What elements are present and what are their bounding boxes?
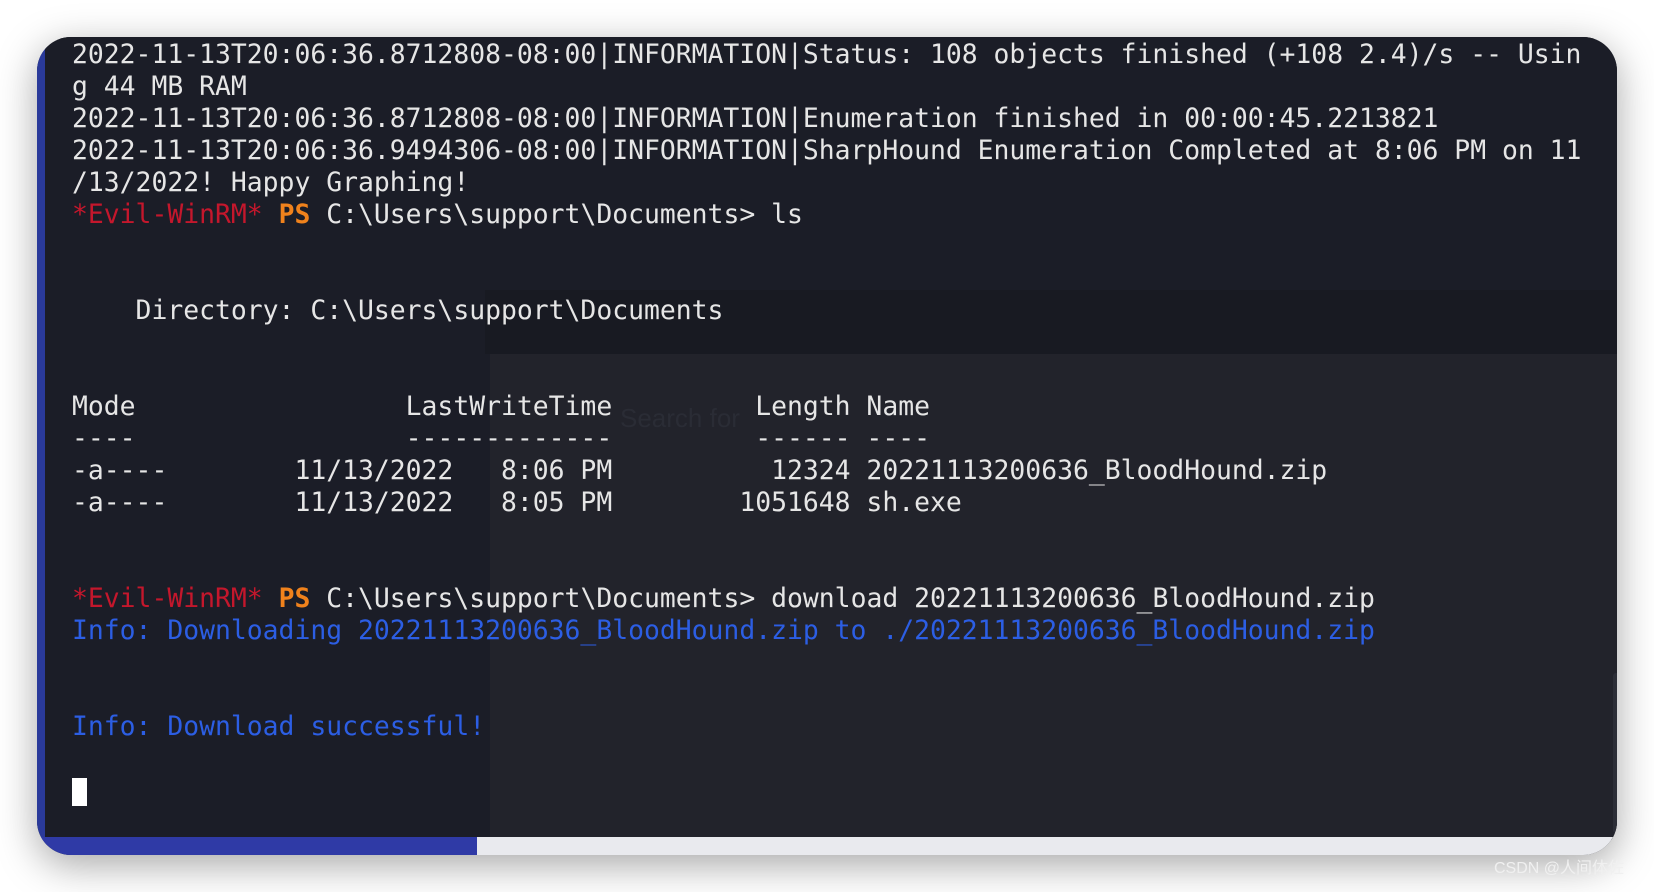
terminal-output: 2022-11-13T20:06:36.8712808-08:00|INFORM…: [72, 39, 1581, 807]
terminal-window: Search for 2022-11-13T20:06:36.8712808-0…: [37, 37, 1617, 855]
table-row: -a---- 11/13/2022 8:06 PM 12324 20221113…: [72, 455, 1328, 486]
command: ls: [771, 199, 803, 230]
table-header: Mode LastWriteTime Length Name: [72, 391, 930, 422]
prompt-line: *Evil-WinRM* PS C:\Users\support\Documen…: [72, 583, 1581, 615]
table-row: -a---- 11/13/2022 8:05 PM 1051648 sh.exe: [72, 487, 962, 518]
prompt-ps: PS: [278, 199, 311, 230]
log-line: 2022-11-13T20:06:36.8712808-08:00|INFORM…: [72, 103, 1439, 134]
taskbar-edge: [37, 837, 477, 855]
log-line: /13/2022! Happy Graphing!: [72, 167, 470, 198]
log-line: 2022-11-13T20:06:36.8712808-08:00|INFORM…: [72, 39, 1582, 70]
directory-line: Directory: C:\Users\support\Documents: [72, 295, 724, 326]
prompt-path: C:\Users\support\Documents>: [326, 583, 756, 614]
scrollbar[interactable]: [1613, 673, 1617, 833]
watermark: CSDN @人间体佐: [1493, 860, 1624, 877]
info-success: Info: Download successful!: [72, 711, 486, 742]
log-line: 2022-11-13T20:06:36.9494306-08:00|INFORM…: [72, 135, 1582, 166]
terminal-pane[interactable]: Search for 2022-11-13T20:06:36.8712808-0…: [45, 37, 1617, 840]
window-gap: [477, 837, 1617, 855]
prompt-path: C:\Users\support\Documents>: [326, 199, 756, 230]
text-cursor[interactable]: [72, 777, 87, 806]
prompt-ps: PS: [278, 583, 311, 614]
prompt-tag: *Evil-WinRM*: [72, 199, 263, 230]
command: download 20221113200636_BloodHound.zip: [771, 583, 1375, 614]
table-underline: ---- ------------- ------ ----: [72, 423, 930, 454]
prompt-tag: *Evil-WinRM*: [72, 583, 263, 614]
info-downloading: Info: Downloading 20221113200636_BloodHo…: [72, 615, 1375, 646]
prompt-line: *Evil-WinRM* PS C:\Users\support\Documen…: [72, 199, 1581, 231]
log-line: g 44 MB RAM: [72, 71, 247, 102]
